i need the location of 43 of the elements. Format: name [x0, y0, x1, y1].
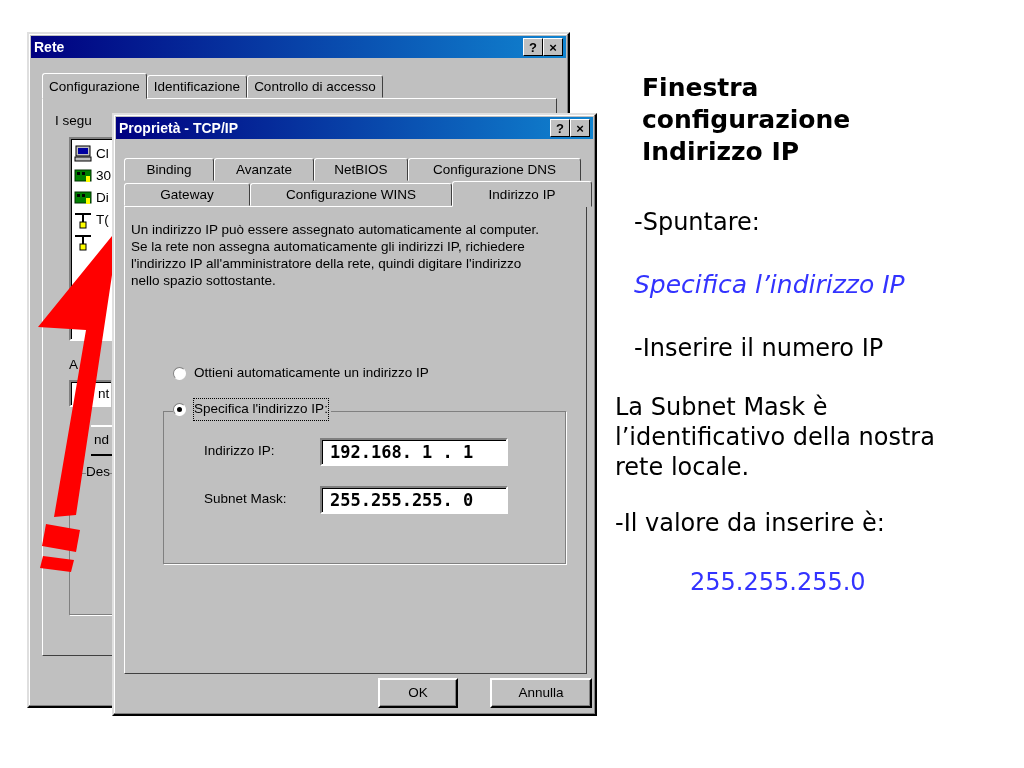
tab[interactable]: Configurazione WINS [250, 183, 452, 206]
cable-icon [74, 233, 92, 252]
note-text: -Spuntare: [634, 207, 761, 238]
radio-button[interactable] [173, 402, 186, 416]
tab[interactable]: Identificazione [146, 75, 248, 98]
note-text: La Subnet Mask è l’identificativo della nostra rete locale. [615, 391, 936, 482]
note-text: -Inserire il numero IP [634, 332, 885, 364]
close-button[interactable]: × [570, 119, 590, 137]
help-button[interactable]: ? [550, 119, 570, 137]
tab[interactable]: NetBIOS [314, 158, 408, 181]
tab[interactable]: Controllo di accesso [247, 75, 383, 98]
cable-icon [74, 211, 92, 230]
ip-field[interactable]: 192.168. 1 . 1 [320, 437, 508, 466]
cancel-button[interactable]: Annulla [490, 678, 592, 708]
list-item[interactable]: Di [96, 188, 109, 209]
computer-icon [74, 145, 92, 164]
close-button[interactable]: × [543, 38, 563, 56]
help-button[interactable]: ? [523, 38, 543, 56]
note-text: Specifica l’indirizzo IP [634, 269, 906, 301]
field-label: Subnet Mask: [204, 490, 288, 509]
window-title: Rete [34, 37, 65, 57]
list-item[interactable]: Cl [96, 144, 109, 165]
radio-label[interactable]: Ottieni automaticamente un indirizzo IP [194, 363, 429, 384]
tab[interactable]: Configurazione DNS [408, 158, 581, 181]
slide-heading: Finestra configurazione Indirizzo IP [642, 72, 852, 168]
list-item[interactable]: T( [96, 210, 109, 231]
description-text: Un indirizzo IP può essere assegnato automaticamente al computer. Se la rete non assegna automaticamente gli indirizzi IP, richiedere l'indirizzo IP all'amministratore della rete, quindi digitare l'indirizzo nello spazio sottostante. [131, 221, 539, 289]
ip-field[interactable]: 255.255.255. 0 [320, 485, 508, 514]
ok-button[interactable]: OK [378, 678, 458, 708]
tab[interactable]: Configurazione [42, 73, 147, 99]
window-title: Proprietà - TCP/IP [119, 118, 239, 138]
tab[interactable]: Indirizzo IP [452, 181, 592, 207]
list-label: I segu [55, 112, 92, 130]
tab[interactable]: Binding [124, 158, 214, 181]
list-item[interactable]: 30 [96, 166, 112, 187]
value-text: 255.255.255.0 [690, 566, 867, 598]
tab[interactable]: Gateway [124, 183, 250, 206]
properties-button[interactable]: nd [91, 424, 112, 456]
radio-button[interactable] [173, 366, 186, 380]
note-text: -Il valore da inserire è: [615, 507, 886, 538]
field-label: Indirizzo IP: [204, 442, 276, 461]
tab[interactable]: Avanzate [214, 158, 314, 181]
field-label: A [69, 356, 79, 375]
